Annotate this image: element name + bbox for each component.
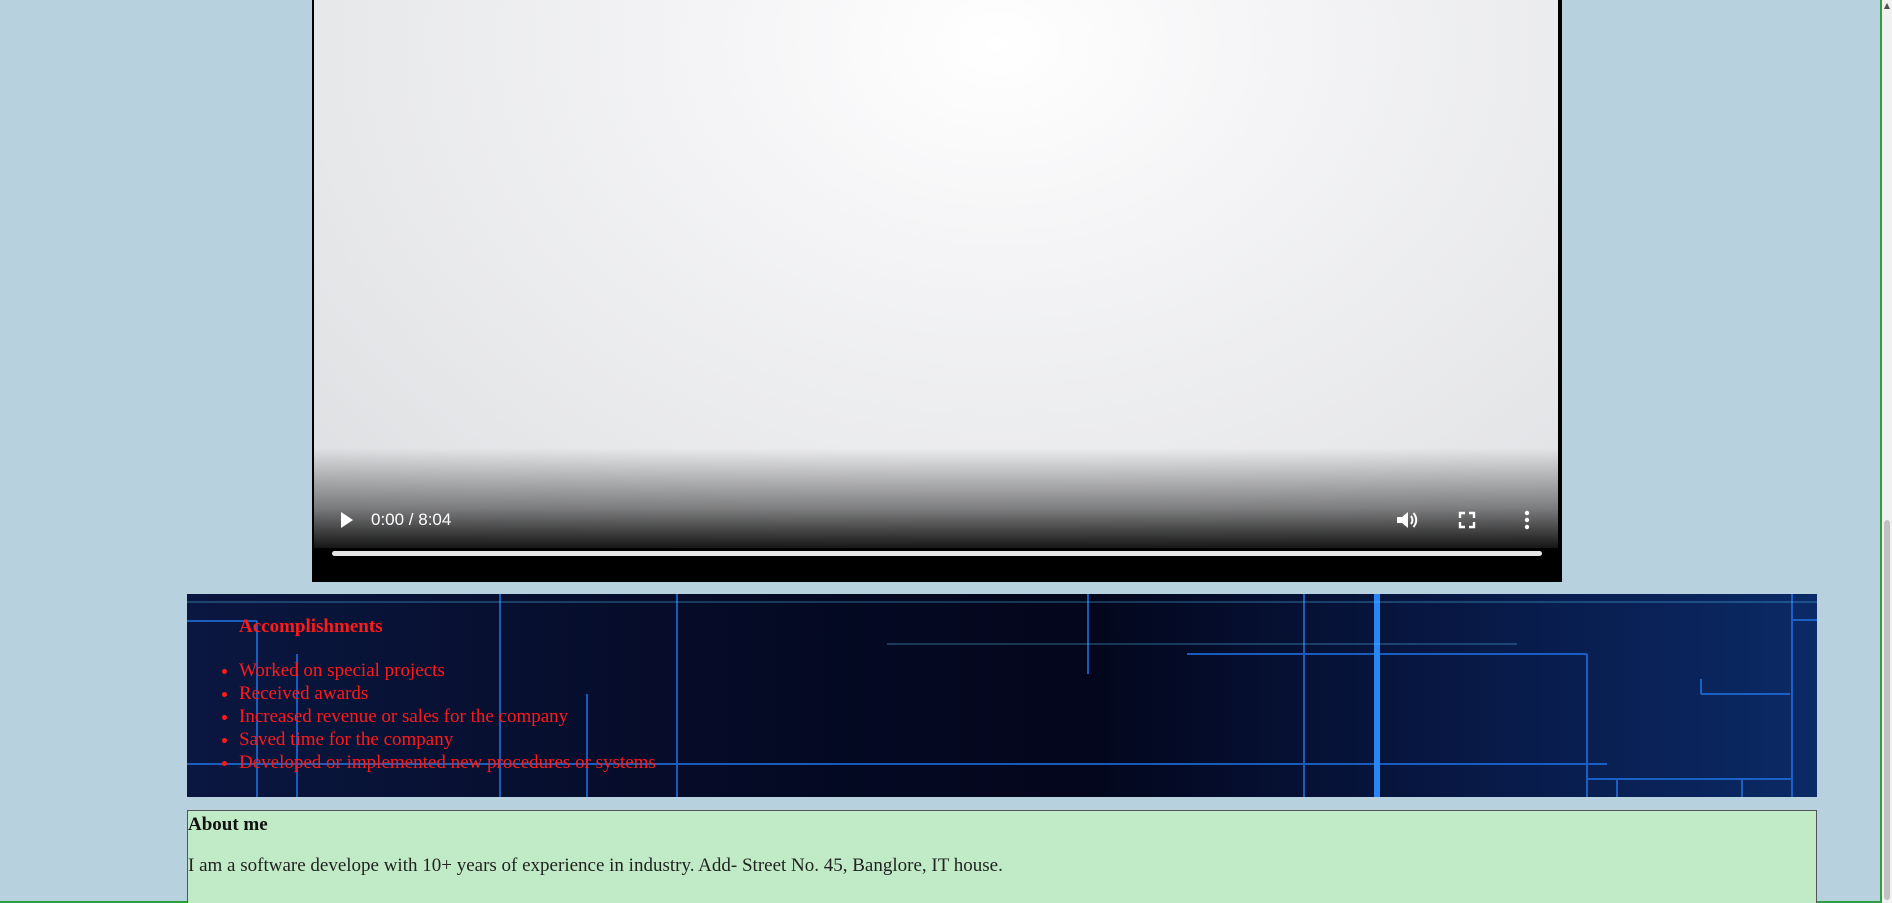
list-item: Worked on special projects bbox=[239, 659, 656, 682]
list-item: Saved time for the company bbox=[239, 728, 656, 751]
video-player[interactable]: 0:00 / 8:04 bbox=[312, 0, 1562, 582]
volume-button[interactable] bbox=[1394, 508, 1420, 532]
time-display: 0:00 / 8:04 bbox=[371, 510, 452, 529]
video-controls-shade bbox=[314, 448, 1558, 548]
video-frame[interactable] bbox=[314, 0, 1558, 548]
page-scrollbar[interactable]: ▲ bbox=[1880, 0, 1892, 903]
more-options-button[interactable] bbox=[1515, 508, 1539, 532]
about-heading: About me bbox=[188, 814, 268, 835]
fullscreen-icon bbox=[1458, 511, 1476, 529]
play-button[interactable] bbox=[334, 508, 358, 532]
accomplishments-list: Worked on special projects Received awar… bbox=[239, 659, 656, 774]
page-viewport: 0:00 / 8:04 Accomplishments • Worked on … bbox=[0, 0, 1892, 903]
play-icon bbox=[341, 512, 353, 528]
list-item: Increased revenue or sales for the compa… bbox=[239, 705, 656, 728]
list-item: Developed or implemented new procedures … bbox=[239, 751, 656, 774]
fullscreen-button[interactable] bbox=[1455, 508, 1479, 532]
scroll-up-arrow-icon[interactable]: ▲ bbox=[1883, 0, 1891, 12]
scrollbar-thumb[interactable] bbox=[1884, 520, 1890, 900]
about-section: About me I am a software develope with 1… bbox=[187, 810, 1817, 903]
about-text: I am a software develope with 10+ years … bbox=[188, 855, 1003, 876]
more-vertical-icon bbox=[1524, 510, 1530, 530]
accomplishments-heading: Accomplishments bbox=[239, 616, 383, 637]
video-progress-slider[interactable] bbox=[332, 551, 1542, 556]
list-item: Received awards bbox=[239, 682, 656, 705]
accomplishments-section: Accomplishments Worked on special projec… bbox=[187, 594, 1817, 797]
volume-icon bbox=[1397, 512, 1418, 528]
